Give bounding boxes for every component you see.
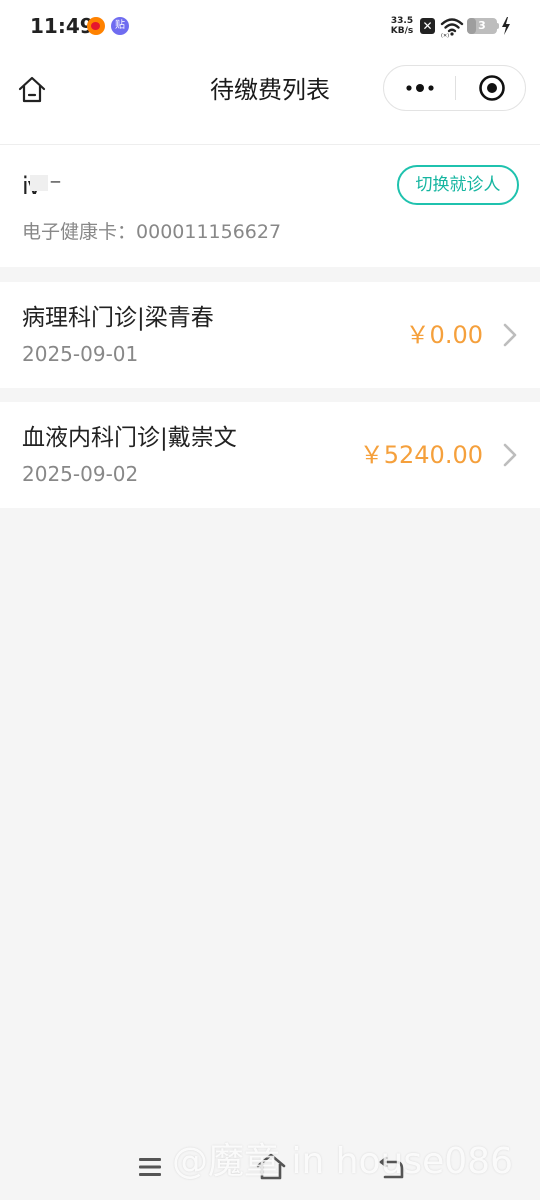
bill-title: 病理科门诊|梁青春: [22, 305, 214, 331]
bill-date: 2025-09-02: [22, 462, 139, 486]
switch-patient-button[interactable]: 切换就诊人: [397, 165, 519, 205]
network-speed-unit: KB/s: [390, 26, 414, 36]
bill-amount: ￥0.00: [405, 321, 483, 349]
watermark: @魔童 in house086: [172, 1141, 513, 1182]
bill-item[interactable]: 病理科门诊|梁青春 2025-09-01 ￥0.00: [0, 282, 540, 388]
network-speed-value: 33.5: [390, 16, 414, 26]
battery-level: 3: [478, 19, 486, 32]
status-time: 11:49: [30, 14, 94, 38]
nav-bar: 待缴费列表: [0, 56, 540, 145]
patient-card: ⅳ ⁻ 电子健康卡：000011156627 切换就诊人: [0, 145, 540, 267]
battery-tip: [497, 23, 499, 29]
x-icon: ✕: [420, 18, 435, 34]
charging-bolt-icon: [502, 17, 510, 35]
menu-icon[interactable]: [138, 1156, 162, 1178]
health-card-number: 000011156627: [136, 221, 282, 243]
battery-icon: 3: [467, 18, 497, 34]
more-icon[interactable]: [384, 66, 456, 110]
close-miniprogram-icon[interactable]: [456, 66, 525, 110]
patient-name-mask: [30, 175, 48, 191]
network-speed: 33.5 KB/s: [388, 16, 416, 36]
health-card-label: 电子健康卡：: [22, 221, 137, 243]
status-bar: 11:49 贴 33.5 KB/s ✕ (✕) 3: [0, 0, 540, 56]
tieba-icon: 贴: [111, 17, 129, 35]
bill-item[interactable]: 血液内科门诊|戴崇文 2025-09-02 ￥5240.00: [0, 402, 540, 508]
bill-amount: ￥5240.00: [359, 441, 483, 469]
bill-title: 血液内科门诊|戴崇文: [22, 425, 237, 451]
health-card-row: 电子健康卡：000011156627: [22, 219, 281, 245]
svg-text:(✕): (✕): [441, 33, 449, 38]
weibo-icon: [87, 17, 105, 35]
chevron-right-icon: [503, 323, 517, 347]
wifi-icon: (✕): [440, 18, 464, 38]
bill-date: 2025-09-01: [22, 342, 139, 366]
home-icon[interactable]: [16, 74, 48, 106]
miniprogram-capsule: [383, 65, 526, 111]
page-title: 待缴费列表: [210, 76, 330, 104]
chevron-right-icon: [503, 443, 517, 467]
